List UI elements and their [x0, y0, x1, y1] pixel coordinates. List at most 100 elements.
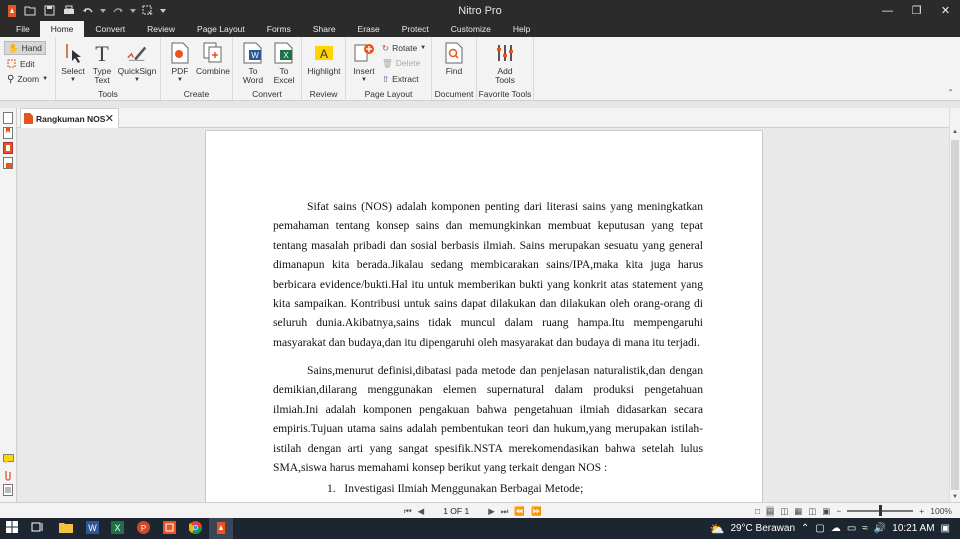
insert-button[interactable]: Insert ▼: [350, 41, 378, 85]
group-create: PDF ▼ Combine Create: [161, 37, 233, 101]
zoom-slider[interactable]: [847, 505, 914, 516]
bookmarks-panel-icon[interactable]: [3, 127, 14, 139]
extract-button[interactable]: ⇧ Extract: [382, 72, 419, 86]
tab-share[interactable]: Share: [302, 21, 347, 37]
collapse-ribbon-icon[interactable]: ⌃: [947, 88, 954, 97]
cover-view-icon[interactable]: ◫: [808, 506, 816, 517]
scroll-up-icon[interactable]: ▲: [952, 129, 958, 135]
attachments-panel-icon[interactable]: [3, 142, 14, 154]
notification-icon[interactable]: ▣: [941, 523, 950, 534]
redo-dropdown-icon[interactable]: [129, 3, 136, 18]
chrome-icon[interactable]: [188, 521, 203, 535]
onedrive-icon[interactable]: ☁: [831, 523, 841, 534]
clock[interactable]: 10:21 AM: [892, 523, 934, 534]
tray-chevron-icon[interactable]: ⌃: [801, 523, 809, 534]
to-excel-button[interactable]: X To Excel: [270, 41, 298, 85]
nitro-app-icon[interactable]: [215, 521, 229, 535]
rotate-button[interactable]: ↻ Rotate ▼: [382, 41, 426, 55]
volume-icon[interactable]: 🔊: [874, 523, 886, 534]
tab-forms[interactable]: Forms: [256, 21, 302, 37]
tab-file[interactable]: File: [0, 21, 40, 37]
document-tab[interactable]: Rangkuman NOS ✕: [20, 108, 119, 128]
close-tab-icon[interactable]: ✕: [105, 112, 114, 125]
file-explorer-icon[interactable]: [59, 521, 73, 535]
wifi-icon[interactable]: ≈: [862, 523, 868, 534]
previous-view-icon[interactable]: ⏪: [514, 506, 525, 517]
pdf-app-icon[interactable]: [163, 521, 177, 535]
add-tools-button[interactable]: Add Tools: [490, 41, 520, 85]
open-icon[interactable]: [23, 3, 38, 18]
single-page-view-icon[interactable]: □: [755, 506, 760, 516]
minimize-icon[interactable]: —: [873, 0, 902, 21]
delete-button[interactable]: 🗑 Delete: [382, 56, 420, 70]
pages-panel-icon[interactable]: [3, 112, 14, 124]
next-page-icon[interactable]: ▶: [488, 506, 495, 517]
zoom-level[interactable]: 100%: [930, 506, 952, 516]
signatures-panel-icon[interactable]: [3, 157, 14, 169]
maximize-icon[interactable]: ❐: [902, 0, 931, 21]
left-panel: [0, 108, 17, 502]
excel-app-icon[interactable]: X: [111, 521, 125, 535]
undo-dropdown-icon[interactable]: [99, 3, 106, 18]
zoom-out-icon[interactable]: −: [836, 506, 841, 516]
weather-icon[interactable]: ⛅: [709, 522, 724, 536]
document-tab-title: Rangkuman NOS: [36, 113, 106, 124]
powerpoint-app-icon[interactable]: P: [137, 521, 151, 535]
edit-button[interactable]: Edit: [7, 57, 35, 71]
facing-continuous-view-icon[interactable]: ▦: [794, 506, 802, 517]
tab-convert[interactable]: Convert: [84, 21, 136, 37]
tab-review[interactable]: Review: [136, 21, 186, 37]
select-tool-icon[interactable]: [140, 3, 155, 18]
document-viewport[interactable]: Sifat sains (NOS) adalah komponen pentin…: [18, 128, 949, 502]
first-page-icon[interactable]: ⏮: [404, 506, 412, 517]
word-app-icon[interactable]: W: [86, 521, 100, 535]
tab-home[interactable]: Home: [39, 21, 85, 37]
facing-view-icon[interactable]: ◫: [780, 506, 788, 517]
chevron-down-icon: ▼: [42, 76, 49, 82]
continuous-view-icon[interactable]: ▤: [766, 505, 775, 517]
svg-text:W: W: [88, 523, 97, 533]
battery-icon[interactable]: ▭: [847, 523, 856, 534]
tab-erase[interactable]: Erase: [347, 21, 391, 37]
zoom-in-icon[interactable]: +: [919, 506, 924, 516]
attachments-list-icon[interactable]: [3, 469, 14, 481]
word-icon: W: [242, 41, 264, 65]
quicksign-button[interactable]: QuickSign ▼: [117, 41, 157, 85]
next-view-icon[interactable]: ⏩: [531, 506, 542, 517]
redo-icon[interactable]: [110, 3, 125, 18]
to-word-button[interactable]: W To Word: [239, 41, 267, 85]
find-button[interactable]: Find: [440, 41, 468, 76]
task-view-icon[interactable]: [31, 521, 45, 535]
page-number-field[interactable]: 1 OF 1: [430, 506, 482, 516]
tab-customize[interactable]: Customize: [440, 21, 502, 37]
pdf-button[interactable]: PDF ▼: [168, 41, 192, 85]
customize-toolbar-icon[interactable]: [159, 3, 167, 18]
group-convert: W To Word X To Excel Convert: [233, 37, 302, 101]
weather-text[interactable]: 29°C Berawan: [730, 523, 795, 534]
type-text-button[interactable]: T Type Text: [90, 41, 114, 85]
highlight-button[interactable]: A Highlight: [305, 41, 343, 76]
previous-page-icon[interactable]: ◀: [418, 506, 425, 517]
vertical-scrollbar[interactable]: ▲ ▼: [949, 108, 960, 502]
combine-button[interactable]: Combine: [196, 41, 230, 76]
pdf-page[interactable]: Sifat sains (NOS) adalah komponen pentin…: [205, 130, 763, 502]
scroll-thumb[interactable]: [951, 140, 959, 490]
zoom-button[interactable]: ⚲ Zoom ▼: [7, 72, 48, 86]
save-icon[interactable]: [42, 3, 57, 18]
comments-panel-icon[interactable]: [3, 454, 14, 466]
output-panel-icon[interactable]: [3, 484, 14, 496]
document-tab-bar: Rangkuman NOS ✕ ▼: [0, 108, 960, 128]
hand-button[interactable]: ✋ Hand: [4, 41, 46, 55]
print-icon[interactable]: [61, 3, 76, 18]
full-screen-icon[interactable]: ▣: [822, 506, 830, 517]
select-button[interactable]: Select ▼: [61, 41, 85, 85]
last-page-icon[interactable]: ⏭: [501, 506, 509, 517]
scroll-down-icon[interactable]: ▼: [952, 494, 958, 500]
close-icon[interactable]: ✕: [931, 0, 960, 21]
network-icon[interactable]: ▢: [815, 523, 824, 534]
tab-protect[interactable]: Protect: [391, 21, 440, 37]
windows-start-icon[interactable]: [6, 521, 20, 535]
tab-help[interactable]: Help: [502, 21, 541, 37]
tab-page-layout[interactable]: Page Layout: [186, 21, 256, 37]
undo-icon[interactable]: [80, 3, 95, 18]
